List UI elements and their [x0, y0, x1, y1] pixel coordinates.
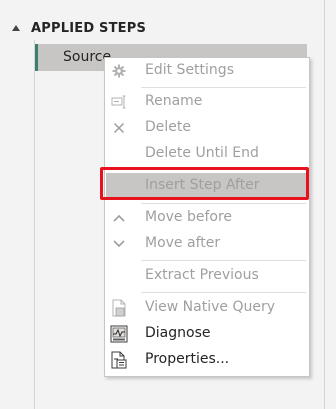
menu-item-rename[interactable]: Rename [105, 89, 309, 115]
menu-item-label: Properties... [145, 351, 230, 367]
menu-item-edit-settings[interactable]: Edit Settings [105, 58, 309, 84]
menu-item-label: Rename [145, 93, 203, 109]
menu-item-label: Diagnose [145, 325, 211, 341]
panel-title: APPLIED STEPS [31, 20, 147, 36]
chevron-down-icon [110, 235, 128, 253]
applied-steps-header[interactable]: APPLIED STEPS [12, 18, 146, 38]
menu-separator [141, 292, 306, 293]
diagnose-icon [110, 325, 128, 343]
menu-separator [141, 260, 306, 261]
menu-item-label: Delete Until End [145, 145, 259, 161]
step-accent [35, 44, 38, 71]
properties-icon [110, 351, 128, 369]
rename-icon [110, 93, 128, 111]
menu-item-label: Move before [145, 209, 233, 225]
menu-item-view-native-query[interactable]: View Native Query [105, 295, 309, 321]
menu-item-move-after[interactable]: Move after [105, 231, 309, 257]
pane-border [324, 0, 325, 409]
menu-item-label: Extract Previous [145, 267, 259, 283]
chevron-up-icon [110, 209, 128, 227]
menu-item-extract-previous[interactable]: Extract Previous [105, 263, 309, 289]
menu-item-properties[interactable]: Properties... [105, 347, 309, 373]
caret-up-icon[interactable] [12, 25, 20, 31]
menu-item-delete[interactable]: Delete [105, 115, 309, 141]
pane-divider [34, 40, 35, 409]
menu-item-diagnose[interactable]: Diagnose [105, 321, 309, 347]
menu-item-move-before[interactable]: Move before [105, 205, 309, 231]
menu-separator [141, 87, 306, 88]
focus-highlight [100, 167, 309, 200]
menu-item-label: Delete [145, 119, 191, 135]
document-icon [110, 299, 128, 317]
menu-item-delete-until-end[interactable]: Delete Until End [105, 141, 309, 167]
menu-separator [141, 203, 306, 204]
close-icon [110, 119, 128, 137]
gear-icon [110, 62, 128, 80]
menu-item-label: View Native Query [145, 299, 275, 315]
context-menu: Edit Settings Rename Delete Delete Until… [104, 57, 310, 377]
menu-item-label: Edit Settings [145, 62, 234, 78]
menu-item-label: Move after [145, 235, 221, 251]
